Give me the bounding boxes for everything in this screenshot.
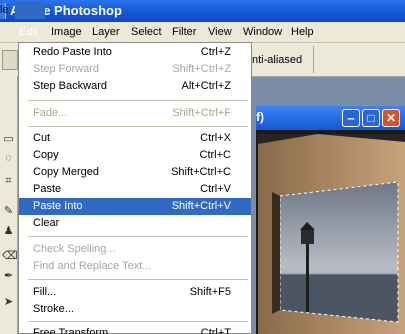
menu-item-shortcut: Shift+Ctrl+F (172, 107, 231, 119)
menu-item-label: Fill... (33, 286, 57, 298)
menu-item-shortcut: Shift+Ctrl+C (171, 166, 231, 178)
menu-item-shortcut: Ctrl+Z (200, 46, 231, 58)
menu-item-shortcut: Ctrl+T (200, 327, 231, 334)
options-separator (313, 46, 314, 73)
menu-help[interactable]: Help (291, 22, 314, 42)
menu-item-label: Clear (33, 217, 60, 229)
minimize-button[interactable]: ‒ (342, 109, 360, 127)
menu-item-label: Find and Replace Text... (33, 260, 152, 272)
menu-window[interactable]: Window (243, 22, 282, 42)
menu-item-shortcut: Shift+Ctrl+Z (172, 63, 231, 75)
menu-separator (28, 321, 248, 322)
menu-item-label: Copy (33, 149, 59, 161)
pen-icon[interactable]: ✒ (2, 270, 15, 283)
antialiased-label[interactable]: nti-aliased (252, 54, 302, 66)
stamp-icon[interactable]: ♟ (2, 225, 15, 238)
menu-separator (28, 100, 248, 101)
menu-item-shortcut: Shift+Ctrl+V (171, 200, 231, 212)
move-icon[interactable]: ➤ (2, 296, 15, 309)
crop-icon[interactable]: ⌗ (2, 175, 15, 188)
marquee-icon[interactable]: ▭ (2, 133, 15, 146)
menu-item-cut[interactable]: Cut Ctrl+X (19, 130, 251, 147)
lasso-icon[interactable]: ◌ (2, 152, 15, 165)
menu-separator (28, 236, 248, 237)
menu-item-clear[interactable]: Clear (19, 215, 251, 232)
menu-item-label: Stroke... (33, 303, 74, 315)
menu-item-copy-merged[interactable]: Copy Merged Shift+Ctrl+C (19, 164, 251, 181)
menu-view[interactable]: View (208, 22, 232, 42)
menu-select[interactable]: Select (131, 22, 162, 42)
menu-item-find-replace: Find and Replace Text... (19, 258, 251, 275)
menu-item-label: Copy Merged (33, 166, 100, 178)
menu-edit[interactable]: Edit (19, 22, 38, 42)
menu-layer[interactable]: Layer (92, 22, 120, 42)
menu-separator (28, 279, 248, 280)
menu-item-fill[interactable]: Fill... Shift+F5 (19, 284, 251, 301)
menu-item-check-spelling: Check Spelling... (19, 241, 251, 258)
menu-item-label: Free Transform (33, 327, 109, 334)
marquee-preset-icon[interactable] (2, 50, 18, 70)
menu-item-label: Fade... (33, 107, 68, 119)
canvas-image[interactable] (258, 134, 405, 334)
menu-item-label: Paste Into (33, 200, 83, 212)
menu-item-label: Redo Paste Into (33, 46, 112, 58)
menu-item-free-transform[interactable]: Free Transform Ctrl+T (19, 325, 251, 334)
close-button[interactable]: ✕ (382, 109, 400, 127)
menu-item-paste[interactable]: Paste Ctrl+V (19, 181, 251, 198)
menu-item-shortcut: Alt+Ctrl+Z (181, 80, 231, 92)
menu-item-label: Check Spelling... (33, 243, 116, 255)
menu-image[interactable]: Image (51, 22, 82, 42)
menu-item-step-backward[interactable]: Step Backward Alt+Ctrl+Z (19, 78, 251, 95)
eraser-icon[interactable]: ⌫ (2, 250, 18, 263)
menu-item-fade: Fade... Shift+Ctrl+F (19, 105, 251, 122)
menu-item-label: Step Forward (33, 63, 100, 75)
document-title: f) (256, 110, 264, 124)
menu-item-shortcut: Shift+F5 (189, 286, 231, 298)
menu-item-redo-paste-into[interactable]: Redo Paste Into Ctrl+Z (19, 44, 251, 61)
menu-item-shortcut: Ctrl+X (200, 132, 231, 144)
maximize-button[interactable]: □ (362, 109, 380, 127)
menu-item-label: Step Backward (33, 80, 107, 92)
menu-item-label: Cut (33, 132, 51, 144)
menu-item-copy[interactable]: Copy Ctrl+C (19, 147, 251, 164)
menu-item-paste-into[interactable]: Paste Into Shift+Ctrl+V (19, 198, 251, 215)
menu-item-shortcut: Ctrl+C (199, 149, 231, 161)
menu-item-stroke[interactable]: Stroke... (19, 301, 251, 318)
menu-item-step-forward: Step Forward Shift+Ctrl+Z (19, 61, 251, 78)
menu-edit-highlight (15, 1, 45, 19)
menu-filter[interactable]: Filter (172, 22, 196, 42)
menu-item-shortcut: Ctrl+V (200, 183, 231, 195)
menu-file[interactable]: le (0, 0, 9, 20)
brush-icon[interactable]: ✎ (2, 205, 15, 218)
menu-item-label: Paste (33, 183, 62, 195)
menu-separator (28, 126, 248, 127)
